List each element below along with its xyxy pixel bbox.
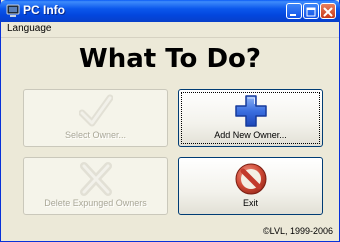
checkmark-icon [78, 94, 113, 127]
copyright-text: ©LVL, 1999-2006 [262, 226, 333, 236]
select-owner-label: Select Owner... [64, 130, 127, 140]
close-button[interactable] [320, 3, 336, 19]
no-entry-icon [235, 163, 266, 195]
x-icon [79, 162, 112, 196]
add-new-owner-label: Add New Owner... [214, 130, 287, 140]
delete-expunged-owners-label: Delete Expunged Owners [44, 198, 147, 208]
close-icon [323, 7, 333, 17]
page-title: What To Do? [79, 44, 261, 74]
maximize-icon [306, 7, 316, 17]
minimize-button[interactable] [286, 3, 302, 19]
maximize-button[interactable] [303, 3, 319, 19]
delete-expunged-owners-button[interactable]: Delete Expunged Owners [23, 157, 168, 215]
exit-button[interactable]: Exit [178, 157, 323, 215]
menu-bar: Language [1, 22, 339, 38]
add-new-owner-button[interactable]: Add New Owner... [178, 89, 323, 147]
title-bar[interactable]: PC Info [0, 0, 340, 22]
app-window: PC Info Language What To Do? Select Owne… [0, 0, 340, 242]
exit-label: Exit [242, 198, 258, 208]
plus-icon [234, 95, 267, 127]
app-icon[interactable] [5, 3, 21, 19]
menu-item-language[interactable]: Language [7, 23, 52, 34]
window-title: PC Info [23, 3, 65, 17]
select-owner-button[interactable]: Select Owner... [23, 89, 168, 147]
minimize-icon [290, 14, 296, 16]
